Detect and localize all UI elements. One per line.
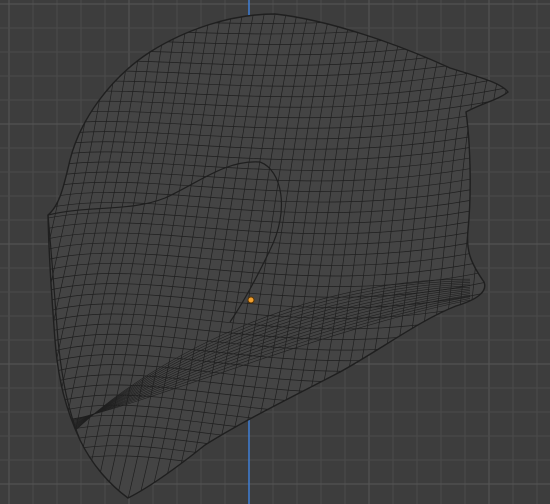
origin-point-icon[interactable] [247, 296, 255, 304]
mesh-edge [30, 0, 520, 13]
3d-viewport[interactable] [0, 0, 550, 504]
mesh-edge [30, 0, 520, 3]
viewport-canvas[interactable] [0, 0, 550, 504]
